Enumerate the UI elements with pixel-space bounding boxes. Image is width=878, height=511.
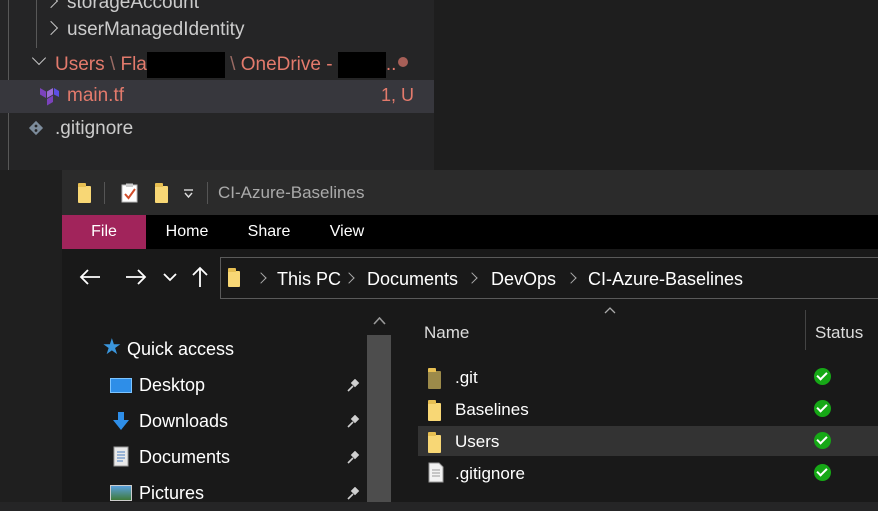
file-name: .git <box>455 368 478 387</box>
path-segment: Fla <box>120 54 147 76</box>
synced-check-icon <box>814 432 831 449</box>
window-title: CI-Azure-Baselines <box>218 183 365 202</box>
pin-icon[interactable] <box>346 379 360 393</box>
chevron-right-icon <box>43 0 59 9</box>
document-icon <box>113 446 129 467</box>
path-segment: .. <box>385 54 397 76</box>
forward-arrow-icon[interactable] <box>125 268 147 286</box>
terraform-icon <box>40 88 59 106</box>
recent-locations-chevron-icon[interactable] <box>163 273 177 282</box>
divider <box>104 182 105 204</box>
folder-icon <box>78 183 91 203</box>
nav-label: Desktop <box>139 375 206 395</box>
nav-label: Pictures <box>139 483 205 503</box>
navigation-bar: This PC Documents DevOps CI-Azure-Baseli… <box>62 249 878 305</box>
breadcrumb-devops[interactable]: DevOps <box>491 269 556 290</box>
chevron-right-icon <box>43 20 59 36</box>
folder-icon <box>428 432 441 453</box>
vscode-explorer-panel: storageAccount userManagedIdentity Users… <box>0 0 434 170</box>
synced-check-icon <box>814 464 831 481</box>
tree-item-usermanagedidentity[interactable]: userManagedIdentity <box>0 14 434 47</box>
redaction-block <box>146 52 225 78</box>
text-file-icon <box>428 462 444 483</box>
pictures-icon <box>110 485 132 501</box>
properties-icon[interactable] <box>121 183 139 203</box>
hidden-folder-icon <box>428 368 441 389</box>
tab-home[interactable]: Home <box>146 215 228 249</box>
back-arrow-icon[interactable] <box>79 268 101 286</box>
breadcrumb-separator-icon <box>343 272 355 284</box>
file-name: Baselines <box>455 400 529 419</box>
file-name: main.tf <box>67 85 125 106</box>
file-row-gitignore[interactable]: .gitignore <box>418 458 878 488</box>
scroll-up-chevron-icon[interactable] <box>373 317 386 325</box>
column-header-name[interactable]: Name <box>424 323 469 343</box>
folder-icon <box>228 268 240 287</box>
file-row-baselines[interactable]: Baselines <box>418 394 878 424</box>
modified-dot-icon <box>398 57 408 67</box>
synced-check-icon <box>814 368 831 385</box>
breadcrumb-documents[interactable]: Documents <box>367 269 458 290</box>
tree-item-label: userManagedIdentity <box>67 19 245 40</box>
pin-icon[interactable] <box>346 451 360 465</box>
pin-icon[interactable] <box>346 487 360 501</box>
file-name: .gitignore <box>55 118 134 139</box>
download-icon <box>113 412 129 430</box>
folder-icon <box>428 400 441 421</box>
title-bar: CI-Azure-Baselines <box>62 170 878 215</box>
tree-folder-users[interactable]: Users \ Fla \ OneDrive - .. <box>0 47 434 80</box>
file-list-pane: Name Status .git Baselines Users .gitign… <box>396 305 878 502</box>
ribbon-tabs: File Home Share View <box>62 215 878 249</box>
path-segment: Users <box>55 54 105 76</box>
redaction-block <box>337 52 386 78</box>
nav-label: Documents <box>139 447 231 467</box>
tree-item-label: storageAccount <box>67 0 200 13</box>
tab-view[interactable]: View <box>310 215 384 249</box>
file-name: .gitignore <box>455 464 525 483</box>
column-header-status[interactable]: Status <box>815 323 863 343</box>
breadcrumb-separator-icon <box>255 272 267 284</box>
desktop-icon <box>110 378 132 393</box>
problems-badge: 1, U <box>381 85 415 105</box>
up-arrow-icon[interactable] <box>191 266 209 288</box>
file-row-git[interactable]: .git <box>418 362 878 392</box>
breadcrumb-separator-icon <box>565 272 577 284</box>
git-icon <box>28 120 44 136</box>
vscode-editor-area <box>434 0 878 170</box>
navigation-pane: ★ Quick access Desktop Downloads Documen… <box>62 305 394 503</box>
nav-label: Downloads <box>139 411 229 431</box>
tree-file-main-tf[interactable]: main.tf 1, U <box>0 80 434 113</box>
tab-file[interactable]: File <box>62 215 146 249</box>
navigation-pane-scrollbar-thumb[interactable] <box>367 335 391 502</box>
file-explorer-window: CI-Azure-Baselines File Home Share View … <box>62 170 878 503</box>
chevron-down-icon <box>31 50 47 66</box>
path-segment: OneDrive - <box>240 54 333 76</box>
star-icon: ★ <box>102 334 122 359</box>
divider <box>207 182 208 204</box>
breadcrumb-this-pc[interactable]: This PC <box>277 269 341 290</box>
breadcrumb-ci-azure-baselines[interactable]: CI-Azure-Baselines <box>588 269 743 290</box>
new-folder-icon[interactable] <box>155 183 168 203</box>
address-bar[interactable]: This PC Documents DevOps CI-Azure-Baseli… <box>220 257 878 299</box>
nav-label: Quick access <box>127 339 235 359</box>
tree-file-gitignore[interactable]: .gitignore <box>0 113 434 146</box>
breadcrumb-separator-icon <box>466 272 478 284</box>
folder-path-label: Users \ Fla \ OneDrive - .. <box>55 52 396 78</box>
sort-ascending-icon <box>604 307 616 314</box>
file-row-users[interactable]: Users <box>418 426 878 456</box>
column-divider[interactable] <box>805 310 806 350</box>
pin-icon[interactable] <box>346 415 360 429</box>
file-name: Users <box>455 432 500 451</box>
customize-toolbar-icon[interactable] <box>183 189 194 199</box>
tab-share[interactable]: Share <box>228 215 310 249</box>
synced-check-icon <box>814 400 831 417</box>
